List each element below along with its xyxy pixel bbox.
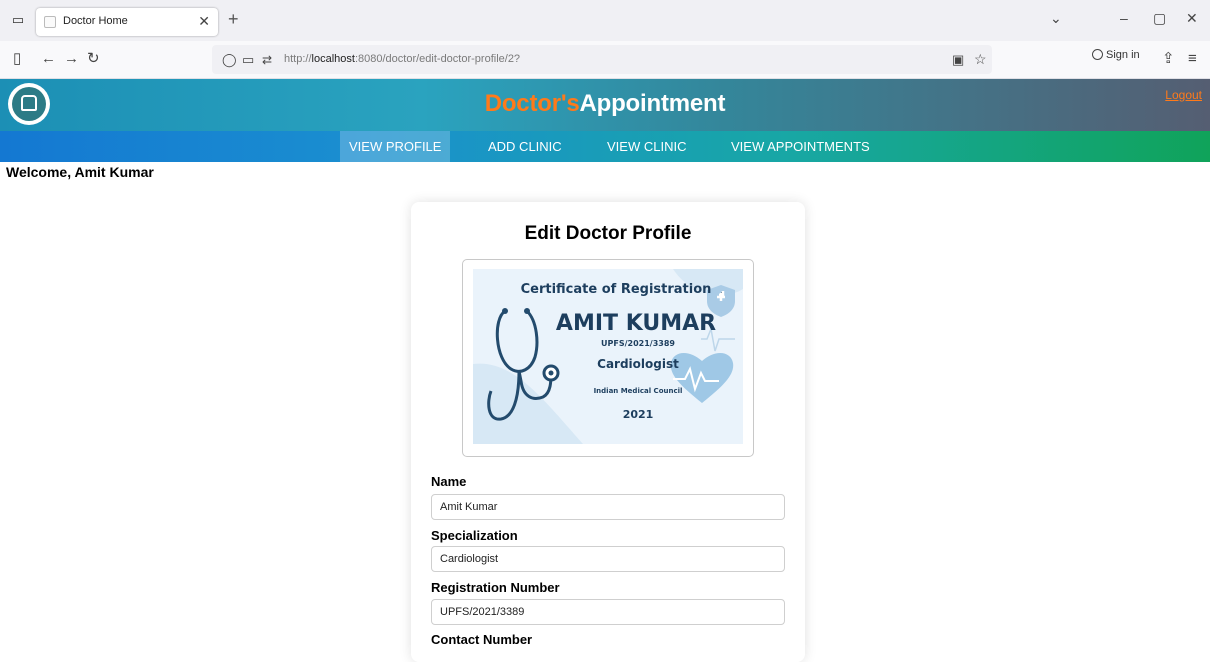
name-field[interactable] [431,494,785,520]
certificate-heading: Certificate of Registration [520,282,712,297]
certificate-council: Indian Medical Council [593,387,683,395]
specialization-field[interactable] [431,546,785,572]
page-icon [44,16,56,28]
sign-in-button[interactable]: Sign in [1092,49,1152,69]
nav-add-clinic[interactable]: ADD CLINIC [479,131,571,162]
name-label: Name [431,474,467,489]
edit-profile-card: Edit Doctor Profile Certificate of Regis… [411,202,805,662]
reload-icon[interactable]: ↻ [87,50,100,68]
url-bar[interactable]: ◯ ▭ ⇄ http://localhost:8080/doctor/edit-… [212,45,992,74]
reader-view-icon[interactable]: ▣ [952,51,964,69]
forward-icon[interactable]: → [64,50,79,68]
url-text: http://localhost:8080/doctor/edit-doctor… [284,53,521,65]
site-header: Doctor'sAppointment Logout [0,79,1210,131]
registration-number-field[interactable] [431,599,785,625]
minimize-icon[interactable]: – [1120,10,1128,26]
extensions-icon[interactable]: ⇪ [1162,50,1175,68]
menu-icon[interactable]: ≡ [1188,50,1197,68]
nav-view-profile[interactable]: VIEW PROFILE [340,131,451,162]
shield-icon[interactable]: ◯ [222,51,237,69]
contact-number-label: Contact Number [431,632,533,647]
certificate-specialty: Cardiologist [597,357,679,371]
account-icon [1092,49,1103,60]
site-title: Doctor'sAppointment [484,90,726,117]
certificate-reg-no: UPFS/2021/3389 [601,339,675,348]
browser-tab[interactable]: Doctor Home ✕ [36,8,218,36]
nav-view-clinic[interactable]: VIEW CLINIC [598,131,695,162]
certificate-year: 2021 [622,408,654,421]
certificate-image: Certificate of Registration AMIT KUMAR U… [462,259,754,457]
sidebar-icon[interactable]: ▯ [13,50,21,68]
close-tab-icon[interactable]: ✕ [198,13,210,30]
page-info-icon[interactable]: ▭ [242,51,254,69]
restore-icon[interactable]: ▢ [1153,10,1166,27]
browser-toolbar: ▯ ← → ↻ ◯ ▭ ⇄ http://localhost:8080/doct… [0,41,1210,79]
tab-list-icon[interactable]: ▭ [10,12,26,28]
bookmark-star-icon[interactable]: ☆ [974,50,987,68]
permissions-icon[interactable]: ⇄ [262,51,272,69]
registration-number-label: Registration Number [431,580,560,595]
certificate-name: AMIT KUMAR [555,311,717,336]
page-title: Edit Doctor Profile [524,223,692,244]
welcome-message: Welcome, Amit Kumar [6,164,154,180]
main-nav: VIEW PROFILE ADD CLINIC VIEW CLINIC VIEW… [0,131,1210,162]
chevron-down-icon[interactable]: ⌄ [1050,10,1062,27]
logout-link[interactable]: Logout [1165,88,1202,102]
back-icon[interactable]: ← [41,50,56,68]
new-tab-icon[interactable]: + [228,9,239,30]
browser-tab-bar: ▭ Doctor Home ✕ + ⌄ – ▢ ✕ [0,0,1210,41]
specialization-label: Specialization [431,528,518,543]
tab-title: Doctor Home [63,15,128,27]
window-close-icon[interactable]: ✕ [1186,10,1198,27]
nav-view-appointments[interactable]: VIEW APPOINTMENTS [722,131,879,162]
